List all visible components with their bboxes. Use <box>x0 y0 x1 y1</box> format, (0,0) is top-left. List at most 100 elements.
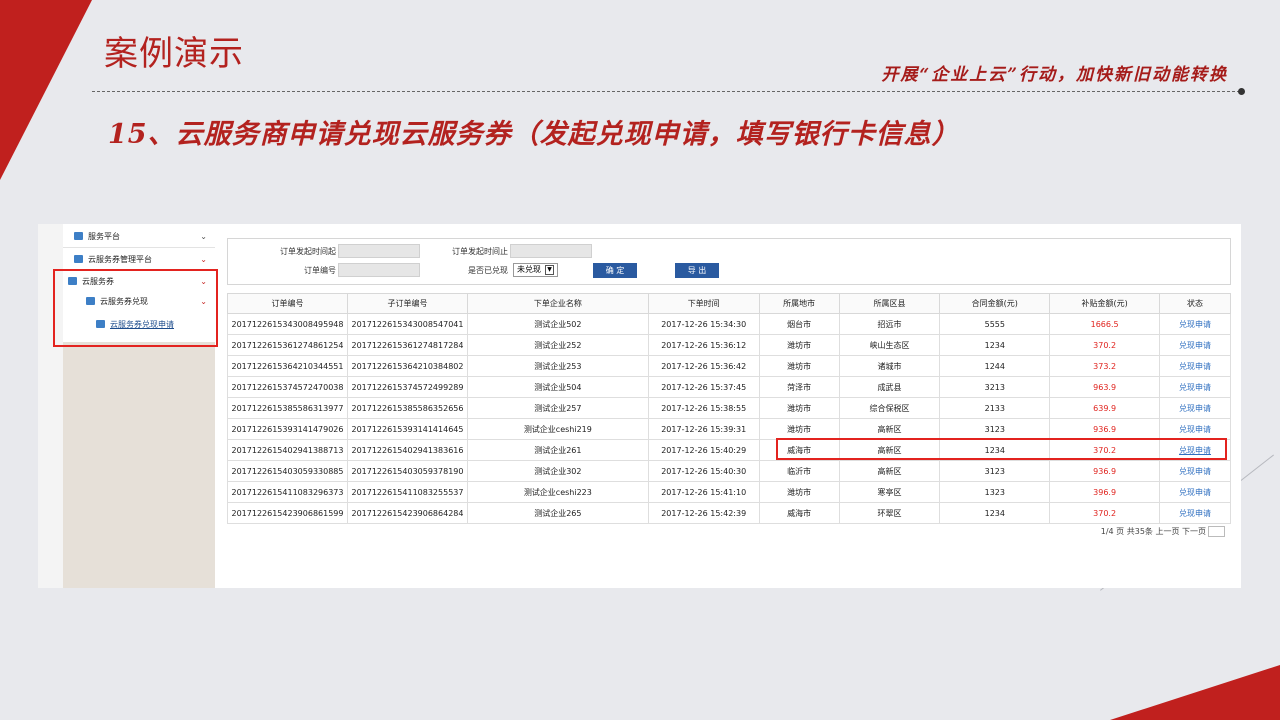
start-time-input[interactable] <box>338 244 420 258</box>
column-header: 所属地市 <box>758 293 840 314</box>
table-cell: 测试企业265 <box>466 502 649 524</box>
table-cell: 2017122615385586313977 <box>227 397 348 419</box>
table-cell: 2017-12-26 15:42:39 <box>647 502 760 524</box>
table-cell: 2017122615343008547041 <box>346 313 468 335</box>
table-cell: 潍坊市 <box>758 481 840 503</box>
redeem-apply-link[interactable]: 兑现申请 <box>1159 397 1231 419</box>
order-no-input[interactable] <box>338 263 420 277</box>
redeem-apply-link[interactable]: 兑现申请 <box>1159 334 1231 356</box>
column-header: 状态 <box>1159 293 1231 314</box>
sidebar-item-voucher-admin[interactable]: 云服务券管理平台 ⌄ <box>74 248 215 270</box>
redeem-apply-link[interactable]: 兑现申请 <box>1159 376 1231 398</box>
redeem-apply-link[interactable]: 兑现申请 <box>1159 460 1231 482</box>
column-header: 下单企业名称 <box>466 293 649 314</box>
chevron-down-icon: ⌄ <box>200 231 207 241</box>
table-row: 2017122615403059330885 201712261540305937… <box>227 460 1231 482</box>
table-cell: 测试企业504 <box>466 376 649 398</box>
column-header: 下单时间 <box>647 293 760 314</box>
table-row: 2017122615361274861254 201712261536127481… <box>227 334 1231 356</box>
table-cell: 2017-12-26 15:41:10 <box>647 481 760 503</box>
table-cell: 2017122615411083296373 <box>227 481 348 503</box>
table-cell: 测试企业302 <box>466 460 649 482</box>
table-cell: 2017-12-26 15:34:30 <box>647 313 760 335</box>
sidebar-item-service-platform[interactable]: 服务平台 ⌄ <box>74 225 215 247</box>
table-cell: 2017-12-26 15:36:12 <box>647 334 760 356</box>
page-jump-input[interactable] <box>1208 526 1225 537</box>
table-cell: 2017-12-26 15:37:45 <box>647 376 760 398</box>
table-cell: 2017-12-26 15:36:42 <box>647 355 760 377</box>
column-header: 子订单编号 <box>346 293 468 314</box>
order-no-label: 订单编号 <box>304 266 336 275</box>
table-cell: 2017122615402941383616 <box>346 439 468 461</box>
column-header: 订单编号 <box>227 293 348 314</box>
table-cell: 2017122615393141479026 <box>227 418 348 440</box>
table-cell: 2133 <box>939 397 1051 419</box>
redeem-apply-link[interactable]: 兑现申请 <box>1159 502 1231 524</box>
table-cell: 2017122615385586352656 <box>346 397 468 419</box>
table-cell: 测试企业252 <box>466 334 649 356</box>
column-header: 所属区县 <box>838 293 941 314</box>
table-cell: 370.2 <box>1049 334 1161 356</box>
table-cell: 测试企业ceshi223 <box>466 481 649 503</box>
table-cell: 963.9 <box>1049 376 1161 398</box>
table-cell: 2017122615361274861254 <box>227 334 348 356</box>
table-row: 2017122615343008495948 201712261534300854… <box>227 313 1231 335</box>
table-row: 2017122615411083296373 201712261541108325… <box>227 481 1231 503</box>
pagination-text[interactable]: 1/4 页 共35条 上一页 下一页 <box>1101 526 1206 537</box>
table-cell: 诸城市 <box>838 355 941 377</box>
table-cell: 2017122615402941388713 <box>227 439 348 461</box>
table-cell: 2017122615403059330885 <box>227 460 348 482</box>
table-header-row: 订单编号 子订单编号 下单企业名称 下单时间 所属地市 所属区县 合同金额(元)… <box>227 293 1231 314</box>
pagination: 1/4 页 共35条 上一页 下一页 <box>1101 526 1225 537</box>
corner-decoration <box>0 0 92 180</box>
table-cell: 测试企业257 <box>466 397 649 419</box>
confirm-button[interactable]: 确 定 <box>593 263 637 278</box>
table-cell: 测试企业253 <box>466 355 649 377</box>
table-cell: 5555 <box>939 313 1051 335</box>
table-cell: 测试企业ceshi219 <box>466 418 649 440</box>
table-cell: 1323 <box>939 481 1051 503</box>
table-cell: 2017122615423906861599 <box>227 502 348 524</box>
table-cell: 招远市 <box>838 313 941 335</box>
highlight-box-row <box>776 438 1227 460</box>
table-cell: 临沂市 <box>758 460 840 482</box>
table-cell: 2017-12-26 15:40:30 <box>647 460 760 482</box>
table-cell: 菏泽市 <box>758 376 840 398</box>
table-cell: 威海市 <box>758 502 840 524</box>
table-cell: 2017122615423906864284 <box>346 502 468 524</box>
redeemed-select[interactable]: 未兑现 ▼ <box>513 263 558 277</box>
table-cell: 寒亭区 <box>838 481 941 503</box>
table-cell: 潍坊市 <box>758 397 840 419</box>
table-cell: 潍坊市 <box>758 355 840 377</box>
table-cell: 2017122615364210384802 <box>346 355 468 377</box>
table-cell: 370.2 <box>1049 502 1161 524</box>
end-time-input[interactable] <box>510 244 592 258</box>
folder-icon <box>74 232 83 240</box>
chevron-down-icon: ⌄ <box>200 254 207 264</box>
export-button[interactable]: 导 出 <box>675 263 719 278</box>
table-cell: 测试企业261 <box>466 439 649 461</box>
highlight-box-sidebar <box>53 269 218 347</box>
column-header: 补贴金额(元) <box>1049 293 1161 314</box>
divider-dot <box>1238 88 1245 95</box>
table-cell: 936.9 <box>1049 460 1161 482</box>
table-cell: 高新区 <box>838 460 941 482</box>
table-cell: 2017122615374572470038 <box>227 376 348 398</box>
table-row: 2017122615423906861599 201712261542390686… <box>227 502 1231 524</box>
table-cell: 综合保税区 <box>838 397 941 419</box>
table-cell: 396.9 <box>1049 481 1161 503</box>
table-cell: 2017-12-26 15:40:29 <box>647 439 760 461</box>
orders-table: 订单编号 子订单编号 下单企业名称 下单时间 所属地市 所属区县 合同金额(元)… <box>227 293 1231 524</box>
table-cell: 成武县 <box>838 376 941 398</box>
table-cell: 潍坊市 <box>758 334 840 356</box>
table-cell: 2017122615374572499289 <box>346 376 468 398</box>
slide-title: 案例演示 <box>104 34 244 74</box>
table-cell: 3213 <box>939 376 1051 398</box>
app-screenshot: 服务平台 ⌄ 云服务券管理平台 ⌄ 云服务券 ⌄ 云服务券兑现 ⌄ 云服务券兑现… <box>38 224 1241 588</box>
redeem-apply-link[interactable]: 兑现申请 <box>1159 313 1231 335</box>
redeem-apply-link[interactable]: 兑现申请 <box>1159 418 1231 440</box>
table-cell: 峡山生态区 <box>838 334 941 356</box>
redeem-apply-link[interactable]: 兑现申请 <box>1159 481 1231 503</box>
redeem-apply-link[interactable]: 兑现申请 <box>1159 355 1231 377</box>
table-cell: 1666.5 <box>1049 313 1161 335</box>
